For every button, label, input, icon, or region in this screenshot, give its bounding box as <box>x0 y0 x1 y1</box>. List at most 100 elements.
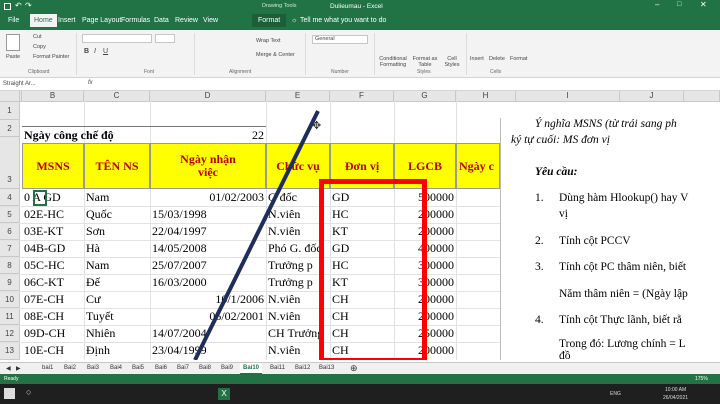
tab-review[interactable]: Review <box>175 17 198 24</box>
row-header[interactable]: 5 <box>0 206 20 223</box>
ngay-cell[interactable]: 05/02/2001 <box>150 308 266 325</box>
tab-data[interactable]: Data <box>154 17 169 24</box>
cut-button[interactable]: Cut <box>33 34 42 40</box>
column-header[interactable]: H <box>456 91 516 102</box>
row-header[interactable]: 13 <box>0 342 20 360</box>
redo-icon[interactable]: ↷ <box>25 1 32 10</box>
msns-cell[interactable]: 04B-GD <box>22 240 84 257</box>
tab-insert[interactable]: Insert <box>58 17 76 24</box>
column-header[interactable]: F <box>330 91 394 102</box>
ngay-cell[interactable]: 01/02/2003 <box>150 189 266 206</box>
row-header[interactable]: 3 <box>0 137 20 189</box>
tab-format[interactable]: Format <box>252 14 287 27</box>
ngay-cell[interactable]: 25/07/2007 <box>150 257 266 274</box>
wrap-text-button[interactable]: Wrap Text <box>256 38 281 44</box>
ngay-cell[interactable]: 14/07/2004 <box>150 325 266 342</box>
highlight-rectangle[interactable] <box>319 179 427 360</box>
merge-center-button[interactable]: Merge & Center <box>256 52 295 58</box>
msns-cell[interactable]: 05C-HC <box>22 257 84 274</box>
header-msns[interactable]: MSNS <box>22 143 84 189</box>
ten-cell[interactable]: Nam <box>84 189 150 206</box>
italic-button[interactable]: I <box>94 48 96 55</box>
sheet-tab[interactable]: Bai11 <box>270 365 285 371</box>
clock-time[interactable]: 10:00 AM <box>665 387 686 393</box>
insert-cells-button[interactable]: Insert <box>470 56 484 62</box>
bold-button[interactable]: B <box>84 48 89 55</box>
row-header[interactable]: 12 <box>0 325 20 342</box>
msns-cell[interactable]: 06C-KT <box>22 274 84 291</box>
column-header[interactable]: G <box>394 91 456 102</box>
sheet-tab[interactable]: Bai5 <box>132 365 144 371</box>
paste-button[interactable]: Paste <box>6 54 20 60</box>
column-header[interactable]: J <box>620 91 684 102</box>
number-format-select[interactable]: General <box>312 35 368 44</box>
instruction-panel[interactable]: Ý nghĩa MSNS (từ trái sang ph ký tự cuối… <box>500 118 720 362</box>
ten-cell[interactable]: Hà <box>84 240 150 257</box>
ngay-cell[interactable]: 16/03/2000 <box>150 274 266 291</box>
scroll-left-icon[interactable]: ◀ <box>6 365 11 372</box>
fx-icon[interactable]: fx <box>88 80 93 86</box>
ngay-cell[interactable]: 23/04/1999 <box>150 342 266 359</box>
ten-cell[interactable]: Nam <box>84 257 150 274</box>
format-painter-button[interactable]: Format Painter <box>33 54 69 60</box>
format-as-table-button[interactable]: Format as Table <box>412 56 438 68</box>
zoom-level[interactable]: 175% <box>695 376 708 382</box>
start-windows-icon[interactable] <box>4 388 15 399</box>
sheet-tab[interactable]: Bai2 <box>64 365 76 371</box>
row-header[interactable]: 6 <box>0 223 20 240</box>
header-ten-ns[interactable]: TÊN NS <box>84 143 150 189</box>
name-box[interactable]: Straight Ar... <box>3 81 36 87</box>
column-header[interactable]: C <box>84 91 150 102</box>
ten-cell[interactable]: Cư <box>84 291 150 308</box>
add-sheet-icon[interactable]: ⊕ <box>350 363 358 374</box>
header-ngay-cong[interactable]: Ngày c <box>456 143 500 189</box>
copy-button[interactable]: Copy <box>33 44 46 50</box>
sheet-tab[interactable]: bai1 <box>42 365 53 371</box>
language-indicator[interactable]: ENG <box>610 391 621 397</box>
row-header[interactable]: 7 <box>0 240 20 257</box>
ngay-cell[interactable]: 22/04/1997 <box>150 223 266 240</box>
save-icon[interactable] <box>4 3 11 10</box>
sheet-tab[interactable]: Bai12 <box>295 365 310 371</box>
conditional-formatting-button[interactable]: Conditional Formatting <box>378 56 408 68</box>
msns-cell[interactable]: 07E-CH <box>22 291 84 308</box>
column-header[interactable]: B <box>22 91 84 102</box>
msns-cell[interactable]: 08E-CH <box>22 308 84 325</box>
msns-cell[interactable]: 09D-CH <box>22 325 84 342</box>
row-header[interactable]: 4 <box>0 189 20 206</box>
format-cells-button[interactable]: Format <box>510 56 527 62</box>
sheet-tab[interactable]: Bai7 <box>177 365 189 371</box>
undo-icon[interactable]: ↶ <box>15 1 22 10</box>
paste-icon[interactable] <box>6 34 20 51</box>
scroll-right-icon[interactable]: ▶ <box>16 365 21 372</box>
msns-cell[interactable]: 0 A GD <box>22 189 84 206</box>
column-header[interactable]: E <box>266 91 330 102</box>
close-icon[interactable]: ✕ <box>700 0 707 9</box>
select-all-corner[interactable] <box>0 91 20 102</box>
row-header[interactable]: 2 <box>0 120 20 137</box>
ten-cell[interactable]: Định <box>84 342 150 359</box>
row-header[interactable]: 10 <box>0 291 20 308</box>
msns-cell[interactable]: 03E-KT <box>22 223 84 240</box>
msns-cell[interactable]: 10E-CH <box>22 342 84 359</box>
sheet-tab[interactable]: Bai6 <box>155 365 167 371</box>
ngay-cell[interactable]: 14/05/2008 <box>150 240 266 257</box>
ten-cell[interactable]: Quốc <box>84 206 150 223</box>
ten-cell[interactable]: Sơn <box>84 223 150 240</box>
ngay-cell[interactable]: 15/03/1998 <box>150 206 266 223</box>
ten-cell[interactable]: Đế <box>84 274 150 291</box>
excel-app-icon[interactable]: X <box>218 388 230 400</box>
clock-date[interactable]: 26/04/2021 <box>663 395 688 401</box>
tab-formulas[interactable]: Formulas <box>121 17 150 24</box>
ngay-cell[interactable]: 10/1/2006 <box>150 291 266 308</box>
msns-cell[interactable]: 02E-HC <box>22 206 84 223</box>
delete-cells-button[interactable]: Delete <box>489 56 505 62</box>
formula-input[interactable] <box>104 80 704 89</box>
sheet-tab[interactable]: Bai3 <box>87 365 99 371</box>
tab-view[interactable]: View <box>203 17 218 24</box>
font-name-box[interactable] <box>82 34 152 43</box>
row-header[interactable]: 1 <box>0 102 20 120</box>
minimize-icon[interactable]: – <box>655 0 659 9</box>
column-header[interactable]: I <box>516 91 620 102</box>
column-header[interactable]: D <box>150 91 266 102</box>
